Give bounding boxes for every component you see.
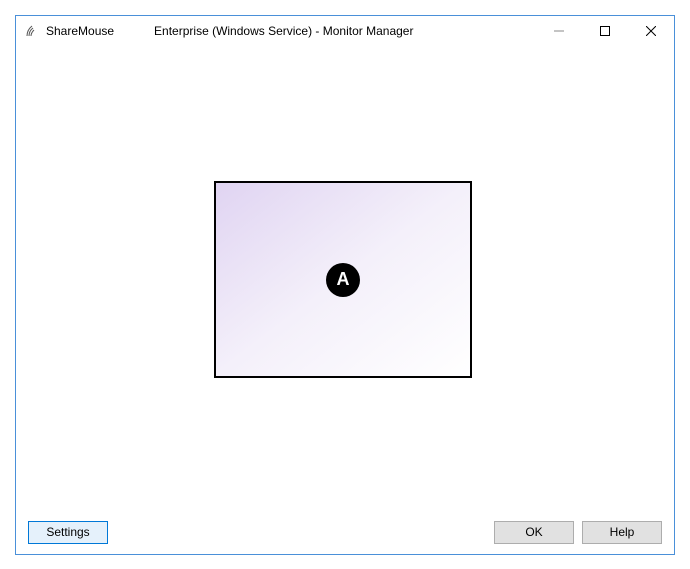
app-name: ShareMouse [46, 24, 114, 38]
client-area: A Settings OK Help [16, 46, 674, 554]
window-controls [536, 16, 674, 46]
monitor-tile[interactable]: A [214, 181, 472, 378]
monitor-badge: A [326, 263, 360, 297]
app-icon [24, 23, 40, 39]
monitor-label: A [337, 269, 350, 290]
window-frame: ShareMouse Enterprise (Windows Service) … [15, 15, 675, 555]
window-title: Enterprise (Windows Service) - Monitor M… [154, 24, 413, 38]
settings-button[interactable]: Settings [28, 521, 108, 544]
maximize-button[interactable] [582, 16, 628, 46]
titlebar[interactable]: ShareMouse Enterprise (Windows Service) … [16, 16, 674, 46]
minimize-button[interactable] [536, 16, 582, 46]
button-row: Settings OK Help [16, 521, 674, 544]
close-button[interactable] [628, 16, 674, 46]
ok-button[interactable]: OK [494, 521, 574, 544]
help-button[interactable]: Help [582, 521, 662, 544]
